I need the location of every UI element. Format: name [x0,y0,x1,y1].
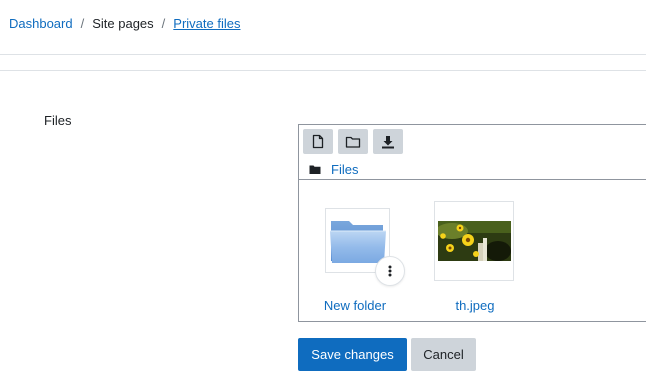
add-file-button[interactable] [303,129,333,154]
image-preview [437,221,511,261]
file-manager-divider [299,179,646,180]
save-changes-button[interactable]: Save changes [298,338,407,371]
download-icon [382,135,394,148]
breadcrumb: Dashboard / Site pages / Private files [9,16,241,31]
download-all-button[interactable] [373,129,403,154]
more-vertical-icon [388,265,392,277]
create-folder-button[interactable] [338,129,368,154]
folder-item-new-folder[interactable]: New folder [313,208,405,314]
content-divider [0,70,646,71]
create-folder-icon [345,136,361,148]
files-field-label: Files [44,113,72,128]
path-files-link[interactable]: Files [331,162,358,177]
folder-icon [329,220,386,263]
file-manager: Files New folder th.jpeg [298,124,646,322]
breadcrumb-separator: / [80,16,85,31]
breadcrumb-separator: / [161,16,166,31]
add-file-icon [312,134,324,149]
folder-name-label: New folder [323,298,387,313]
file-item-th-jpeg[interactable]: th.jpeg [433,201,517,314]
breadcrumb-private-files[interactable]: Private files [173,16,240,31]
file-manager-path: Files [309,162,358,177]
header-divider [0,54,646,55]
cancel-button[interactable]: Cancel [411,338,476,371]
breadcrumb-site-pages: Site pages [92,16,154,31]
file-name-label: th.jpeg [455,298,495,313]
folder-icon [309,164,321,176]
file-manager-toolbar [303,129,403,154]
item-options-button[interactable] [375,256,405,286]
image-thumbnail [434,201,514,281]
breadcrumb-dashboard[interactable]: Dashboard [9,16,73,31]
